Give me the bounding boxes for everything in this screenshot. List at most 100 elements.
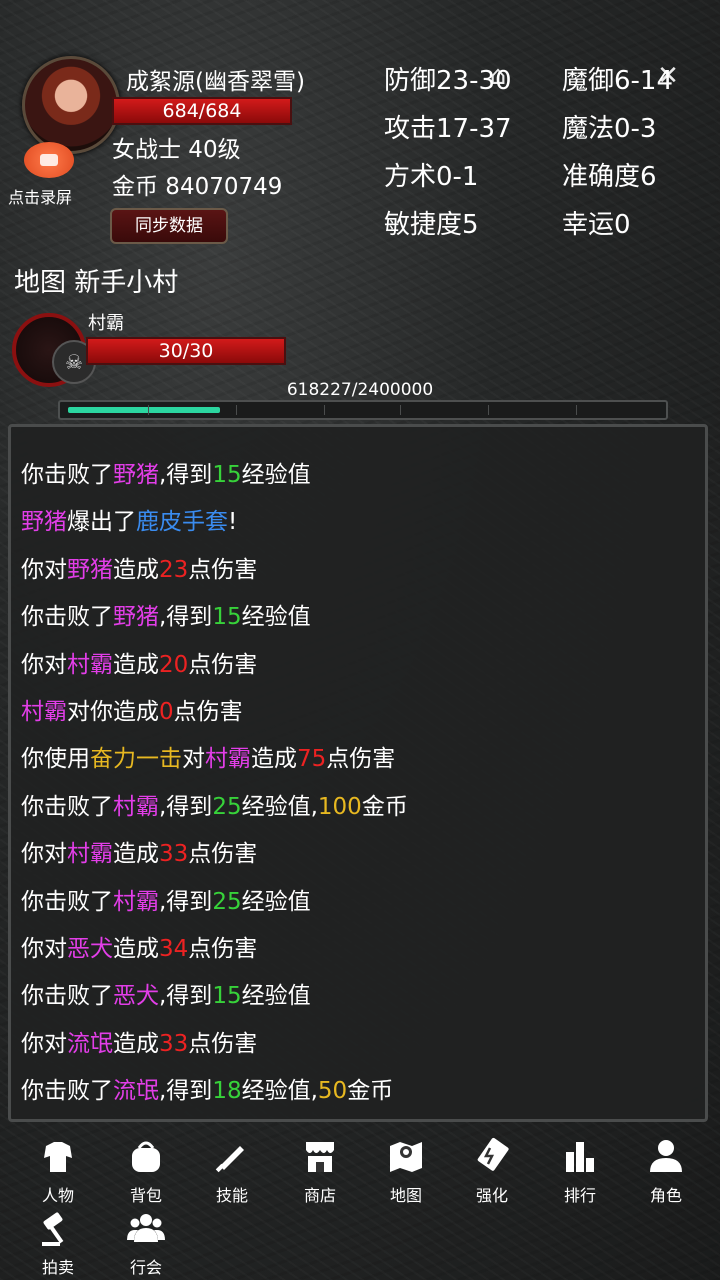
nav-item-role[interactable]: 角色 — [624, 1136, 704, 1206]
enemy-hp-bar: 30/30 — [86, 337, 286, 365]
log-segment: 15 — [212, 604, 242, 631]
log-segment: 造成 — [113, 841, 159, 868]
log-segment: ,得到 — [159, 983, 213, 1010]
ranking-icon — [560, 1136, 600, 1176]
stat-attack: 攻击17-37 — [384, 114, 512, 144]
log-segment: 50 — [317, 1078, 348, 1105]
log-segment: 村霸 — [113, 793, 159, 820]
log-segment: 金币 — [347, 1078, 394, 1105]
log-segment: 34 — [159, 936, 189, 962]
map-icon — [386, 1136, 426, 1176]
log-segment: 恶犬 — [67, 936, 113, 962]
log-segment: 点伤害 — [188, 556, 258, 583]
nav-label: 行会 — [129, 1258, 162, 1277]
log-segment: 你击败了 — [21, 462, 113, 488]
player-gold: 金币 84070749 — [112, 174, 283, 200]
log-segment: 流氓 — [67, 1030, 113, 1057]
nav-item-skills[interactable]: 技能 — [190, 1136, 270, 1206]
sync-data-button[interactable]: 同步数据 — [110, 208, 228, 244]
exp-bar-divider — [400, 405, 401, 415]
player-avatar[interactable] — [22, 56, 120, 154]
log-segment: 造成 — [113, 651, 159, 678]
log-segment: 点伤害 — [326, 746, 396, 773]
log-segment: 你对 — [21, 556, 67, 583]
nav-label: 强化 — [475, 1186, 508, 1205]
log-segment: ,得到 — [159, 1078, 213, 1105]
enhance-icon — [472, 1136, 512, 1176]
log-segment: 你对 — [21, 841, 67, 868]
log-segment: 你击败了 — [21, 793, 113, 820]
log-line: 你对流氓造成33点伤害 — [21, 1024, 257, 1058]
enemy-hp-text: 30/30 — [158, 340, 214, 362]
log-segment: 75 — [297, 746, 327, 773]
log-segment: 点伤害 — [188, 651, 258, 678]
role-icon — [646, 1136, 686, 1176]
nav-item-bag[interactable]: 背包 — [104, 1136, 184, 1206]
log-segment: 18 — [212, 1078, 242, 1105]
exp-bar-fill — [68, 407, 220, 413]
log-segment: 爆出了 — [67, 509, 136, 536]
log-segment: 你对 — [21, 651, 67, 678]
log-line: 你使用奋力一击对村霸造成75点伤害 — [21, 739, 395, 773]
log-line: 你对村霸造成33点伤害 — [21, 834, 257, 868]
log-line: 你击败了村霸,得到25经验值,100金币 — [21, 787, 408, 821]
log-segment: 对你造成 — [67, 699, 159, 725]
log-segment: ,得到 — [159, 462, 213, 488]
log-segment: 野猪 — [113, 462, 159, 488]
log-segment: 流氓 — [113, 1078, 159, 1105]
battle-log[interactable]: 你击败了野猪,得到15经验值 野猪爆出了鹿皮手套! 你对野猪造成23点伤害 你击败了野… — [8, 424, 708, 1122]
nav-label: 商店 — [303, 1186, 336, 1205]
log-segment: 村霸 — [21, 699, 67, 725]
nav-item-shop[interactable]: 商店 — [278, 1136, 358, 1206]
log-segment: 23 — [159, 556, 189, 583]
enemy-name: 村霸 — [88, 313, 124, 334]
guild-icon — [126, 1208, 166, 1248]
nav-label: 背包 — [129, 1186, 162, 1205]
nav-label: 排行 — [563, 1186, 596, 1205]
log-segment: 0 — [159, 699, 174, 725]
stat-agility: 敏捷度5 — [384, 210, 479, 240]
log-segment: 你击败了 — [21, 888, 113, 915]
log-line: 村霸对你造成0点伤害 — [21, 692, 243, 726]
nav-item-ranking[interactable]: 排行 — [538, 1136, 618, 1206]
stat-taoism: 方术0-1 — [384, 162, 479, 192]
log-line: 野猪爆出了鹿皮手套! — [21, 502, 237, 536]
skills-icon — [212, 1136, 252, 1176]
log-segment: 经验值, — [241, 1078, 318, 1105]
log-segment: 经验值 — [241, 888, 311, 915]
log-segment: 奋力一击 — [90, 746, 182, 773]
log-segment: 你对 — [21, 1030, 67, 1057]
log-segment: 造成 — [113, 1030, 159, 1057]
log-segment: 点伤害 — [188, 936, 258, 962]
log-segment: ,得到 — [159, 604, 213, 631]
log-segment: 村霸 — [113, 888, 159, 915]
close-icon[interactable]: ✕ — [654, 62, 682, 90]
log-segment: 25 — [212, 793, 242, 820]
exp-bar-divider — [236, 405, 237, 415]
shop-icon — [300, 1136, 340, 1176]
nav-label: 地图 — [389, 1186, 422, 1205]
player-hp-bar: 684/684 — [112, 97, 292, 125]
log-segment: 25 — [212, 888, 242, 915]
log-segment: 野猪 — [21, 509, 67, 536]
log-segment: 经验值 — [241, 604, 311, 631]
log-segment: 你击败了 — [21, 983, 113, 1010]
player-name: 成絮源(幽香翠雪) — [126, 69, 305, 95]
nav-item-guild[interactable]: 行会 — [104, 1208, 184, 1278]
record-screen-label[interactable]: 点击录屏 — [8, 184, 72, 208]
log-line: 你击败了村霸,得到25经验值 — [21, 882, 311, 916]
log-segment: 你使用 — [21, 746, 90, 773]
log-segment: 金币 — [361, 793, 408, 820]
nav-item-map[interactable]: 地图 — [364, 1136, 444, 1206]
record-screen-icon[interactable] — [24, 142, 74, 178]
log-segment: 村霸 — [67, 651, 113, 678]
player-class-level: 女战士 40级 — [112, 137, 241, 163]
log-line: 你对恶犬造成34点伤害 — [21, 929, 257, 963]
home-icon[interactable]: ⌂ — [484, 62, 512, 90]
log-segment: 经验值 — [241, 983, 311, 1010]
nav-item-character[interactable]: 人物 — [16, 1136, 96, 1206]
log-segment: 野猪 — [113, 604, 159, 631]
nav-item-enhance[interactable]: 强化 — [450, 1136, 530, 1206]
nav-item-auction[interactable]: 拍卖 — [16, 1208, 96, 1278]
log-segment: ! — [228, 509, 238, 536]
